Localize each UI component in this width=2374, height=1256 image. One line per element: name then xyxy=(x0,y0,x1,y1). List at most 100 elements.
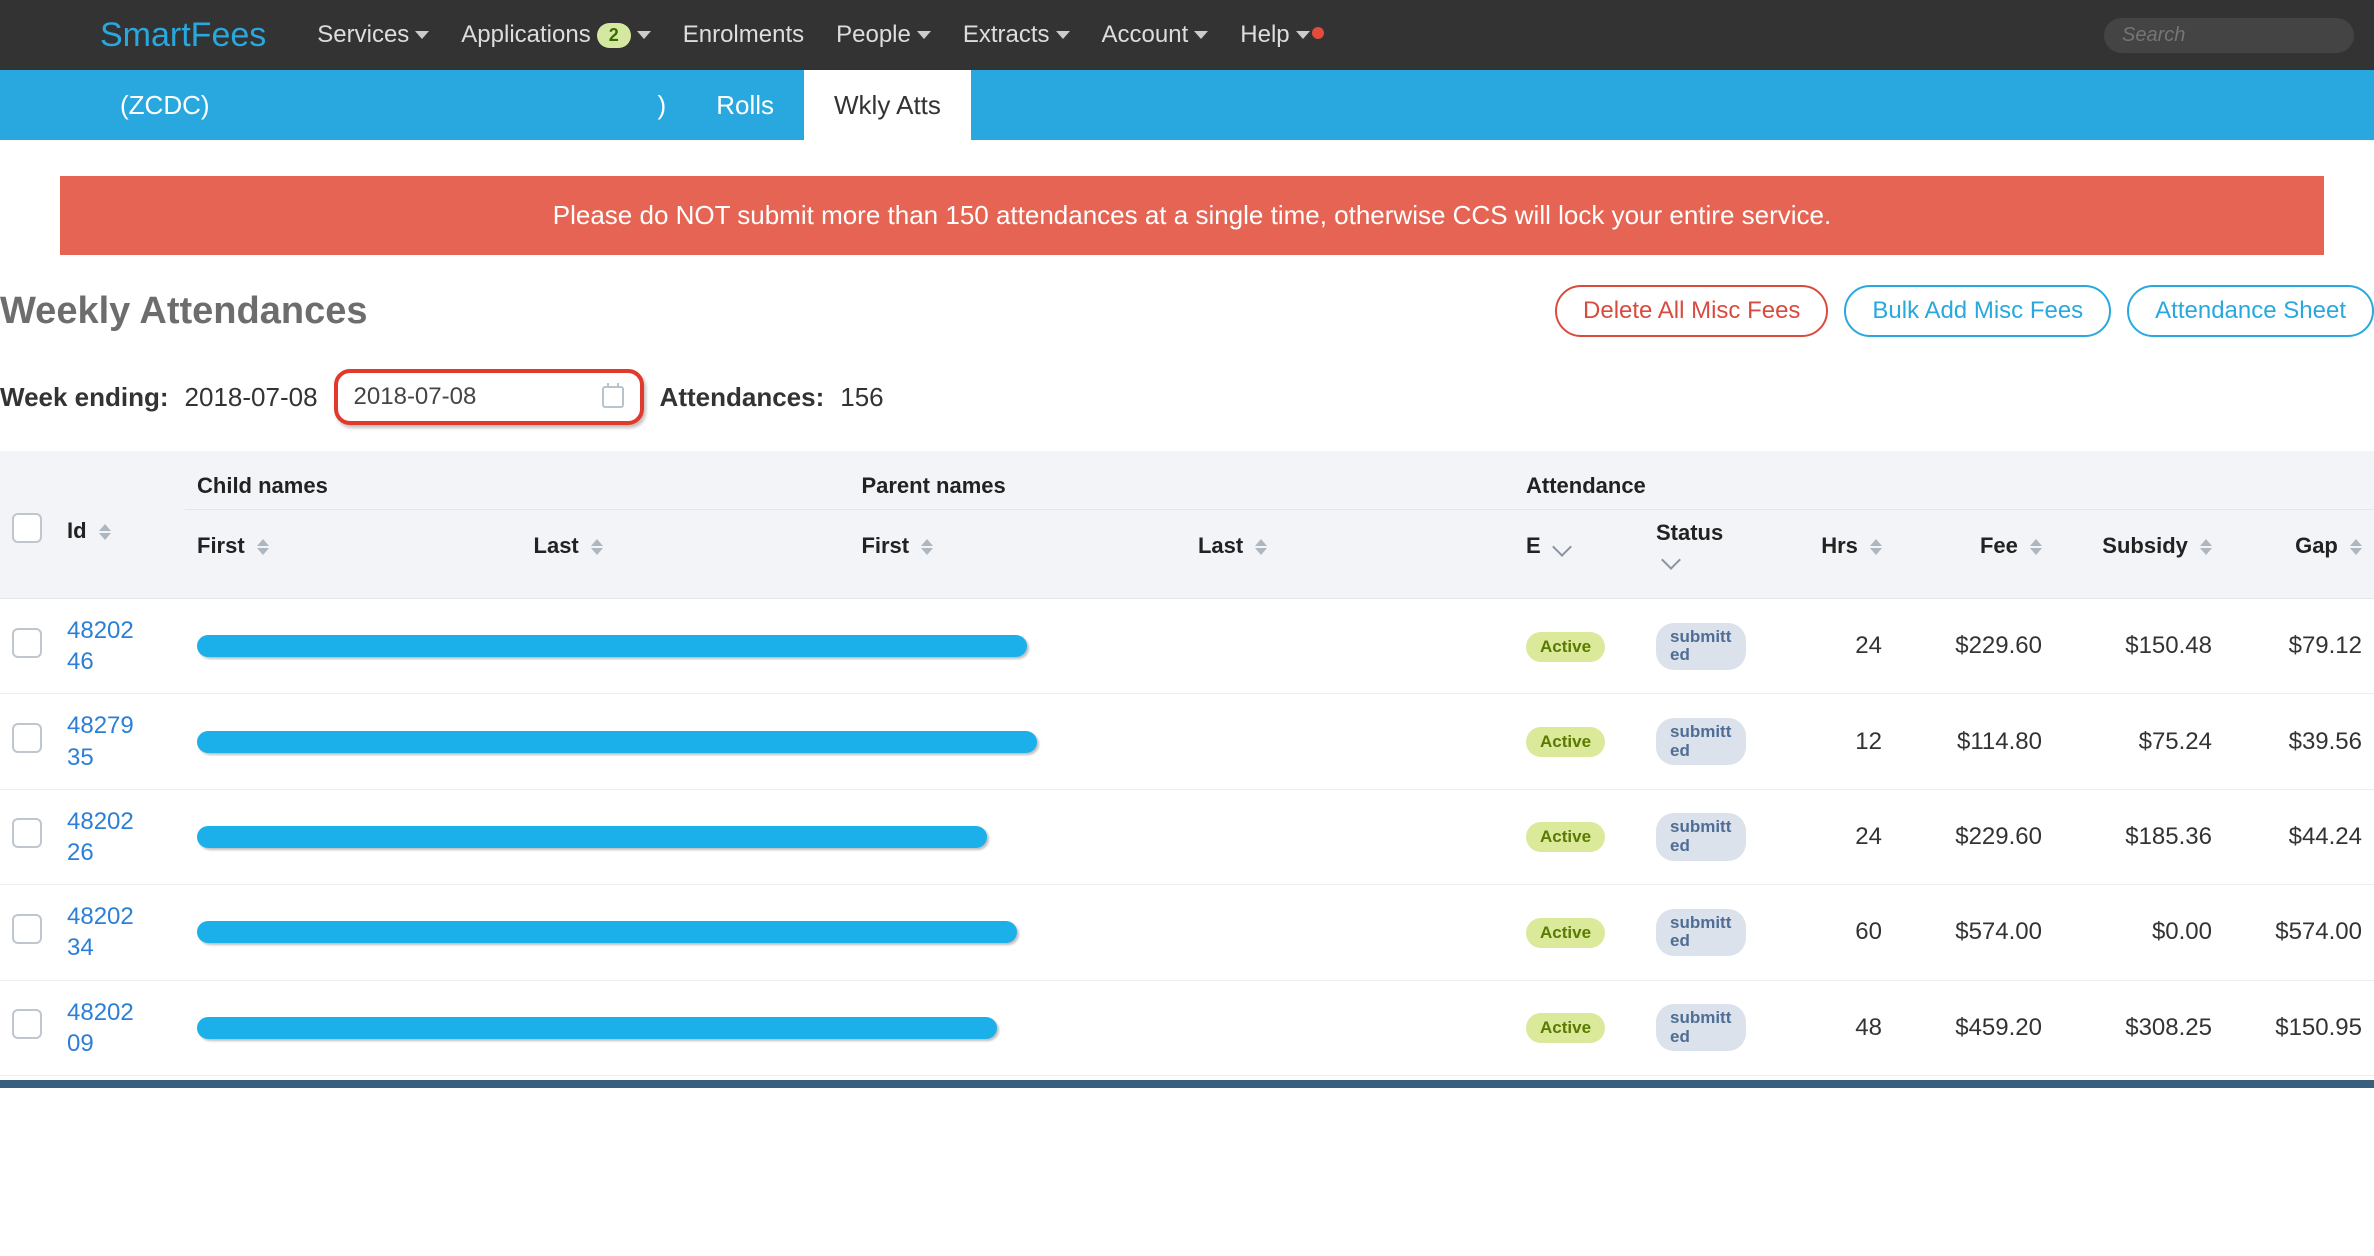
cell-hrs: 12 xyxy=(1784,694,1894,789)
row-checkbox[interactable] xyxy=(12,723,42,753)
week-filter-row: Week ending: 2018-07-08 2018-07-08 Atten… xyxy=(0,357,2374,451)
week-ending-datepicker[interactable]: 2018-07-08 xyxy=(334,369,644,425)
col-e[interactable]: E xyxy=(1514,510,1644,599)
search-input[interactable] xyxy=(2122,24,2374,47)
applications-badge: 2 xyxy=(597,23,631,48)
attendances-count: 156 xyxy=(840,382,883,413)
enrolment-status-badge: Active xyxy=(1526,727,1605,757)
col-status[interactable]: Status xyxy=(1644,510,1784,599)
nav-help[interactable]: Help xyxy=(1224,21,1325,49)
brand-logo[interactable]: SmartFees xyxy=(100,16,266,55)
sort-icon xyxy=(257,539,269,555)
col-subsidy[interactable]: Subsidy xyxy=(2054,510,2224,599)
table-row: 48279 35 Active submitted 12 $114.80 $75… xyxy=(0,694,2374,789)
row-checkbox[interactable] xyxy=(12,818,42,848)
delete-all-misc-fees-button[interactable]: Delete All Misc Fees xyxy=(1555,285,1828,337)
col-gap[interactable]: Gap xyxy=(2224,510,2374,599)
sort-icon xyxy=(2200,539,2212,555)
col-hrs[interactable]: Hrs xyxy=(1784,510,1894,599)
caret-down-icon xyxy=(1296,31,1310,39)
attendances-table: Id Child names Parent names Attendance F… xyxy=(0,451,2374,1076)
table-row: 48202 46 Active submitted 24 $229.60 $15… xyxy=(0,599,2374,694)
nav-enrolments[interactable]: Enrolments xyxy=(667,21,820,49)
col-label: First xyxy=(197,533,245,558)
cell-gap: $79.12 xyxy=(2224,599,2374,694)
sub-nav: (ZCDC) ) Rolls Wkly Atts xyxy=(0,70,2374,140)
row-id-link[interactable]: 48202 46 xyxy=(67,615,173,677)
col-parent-last[interactable]: Last xyxy=(1186,510,1514,599)
cell-fee: $459.20 xyxy=(1894,980,2054,1075)
col-label: Subsidy xyxy=(2102,533,2188,558)
cell-hrs: 60 xyxy=(1784,885,1894,980)
sort-icon xyxy=(921,539,933,555)
id-part1: 48202 xyxy=(67,806,173,837)
caret-down-icon xyxy=(1194,31,1208,39)
row-checkbox[interactable] xyxy=(12,914,42,944)
notification-dot-icon xyxy=(1312,27,1324,39)
sort-icon xyxy=(1870,539,1882,555)
cell-subsidy: $0.00 xyxy=(2054,885,2224,980)
cell-gap: $44.24 xyxy=(2224,789,2374,884)
attendance-sheet-button[interactable]: Attendance Sheet xyxy=(2127,285,2374,337)
search-box[interactable] xyxy=(2104,18,2354,53)
row-id-link[interactable]: 48202 26 xyxy=(67,806,173,868)
tab-rolls[interactable]: Rolls xyxy=(686,70,804,140)
datepicker-value: 2018-07-08 xyxy=(354,383,477,411)
redacted-names xyxy=(197,635,1027,657)
cell-subsidy: $308.25 xyxy=(2054,980,2224,1075)
col-id-label: Id xyxy=(67,518,87,543)
week-ending-label: Week ending: xyxy=(0,382,169,413)
nav-account[interactable]: Account xyxy=(1086,21,1225,49)
id-part2: 09 xyxy=(67,1028,173,1059)
nav-people[interactable]: People xyxy=(820,21,947,49)
sort-icon xyxy=(1255,539,1267,555)
week-ending-display: 2018-07-08 xyxy=(185,382,318,413)
col-group-parent: Parent names xyxy=(849,451,1514,510)
top-nav: SmartFees Services Applications 2 Enrolm… xyxy=(0,0,2374,70)
col-label: Hrs xyxy=(1821,533,1858,558)
col-parent-first[interactable]: First xyxy=(849,510,1186,599)
cell-hrs: 24 xyxy=(1784,599,1894,694)
bulk-add-misc-fees-button[interactable]: Bulk Add Misc Fees xyxy=(1844,285,2111,337)
id-part2: 35 xyxy=(67,742,173,773)
row-checkbox[interactable] xyxy=(12,628,42,658)
cell-gap: $574.00 xyxy=(2224,885,2374,980)
col-id[interactable]: Id xyxy=(55,451,185,599)
nav-services[interactable]: Services xyxy=(301,21,445,49)
nav-applications[interactable]: Applications 2 xyxy=(445,21,666,49)
enrolment-status-badge: Active xyxy=(1526,1013,1605,1043)
col-label: First xyxy=(861,533,909,558)
id-part1: 48202 xyxy=(67,615,173,646)
row-id-link[interactable]: 48202 09 xyxy=(67,997,173,1059)
sort-icon xyxy=(591,539,603,555)
service-paren-close: ) xyxy=(658,90,667,121)
enrolment-status-badge: Active xyxy=(1526,632,1605,662)
id-part1: 48279 xyxy=(67,710,173,741)
enrolment-status-badge: Active xyxy=(1526,918,1605,948)
tab-wkly-atts[interactable]: Wkly Atts xyxy=(804,70,971,140)
chevron-down-icon xyxy=(1552,537,1572,557)
col-label: Gap xyxy=(2295,533,2338,558)
row-checkbox[interactable] xyxy=(12,1009,42,1039)
redacted-names xyxy=(197,826,987,848)
col-fee[interactable]: Fee xyxy=(1894,510,2054,599)
col-label: E xyxy=(1526,533,1541,558)
service-selector[interactable]: (ZCDC) ) xyxy=(120,70,686,140)
page-title: Weekly Attendances xyxy=(0,290,1539,333)
row-id-link[interactable]: 48279 35 xyxy=(67,710,173,772)
row-id-link[interactable]: 48202 34 xyxy=(67,901,173,963)
submission-status-badge: submitted xyxy=(1656,718,1746,765)
calendar-icon xyxy=(602,386,624,408)
col-child-last[interactable]: Last xyxy=(522,510,850,599)
submission-status-badge: submitted xyxy=(1656,813,1746,860)
attendances-label: Attendances: xyxy=(660,382,825,413)
caret-down-icon xyxy=(415,31,429,39)
nav-enrolments-label: Enrolments xyxy=(683,21,804,49)
select-all-checkbox[interactable] xyxy=(12,513,42,543)
nav-extracts[interactable]: Extracts xyxy=(947,21,1086,49)
submission-status-badge: submitted xyxy=(1656,909,1746,956)
col-child-first[interactable]: First xyxy=(185,510,522,599)
nav-people-label: People xyxy=(836,21,911,49)
id-part1: 48202 xyxy=(67,901,173,932)
enrolment-status-badge: Active xyxy=(1526,822,1605,852)
